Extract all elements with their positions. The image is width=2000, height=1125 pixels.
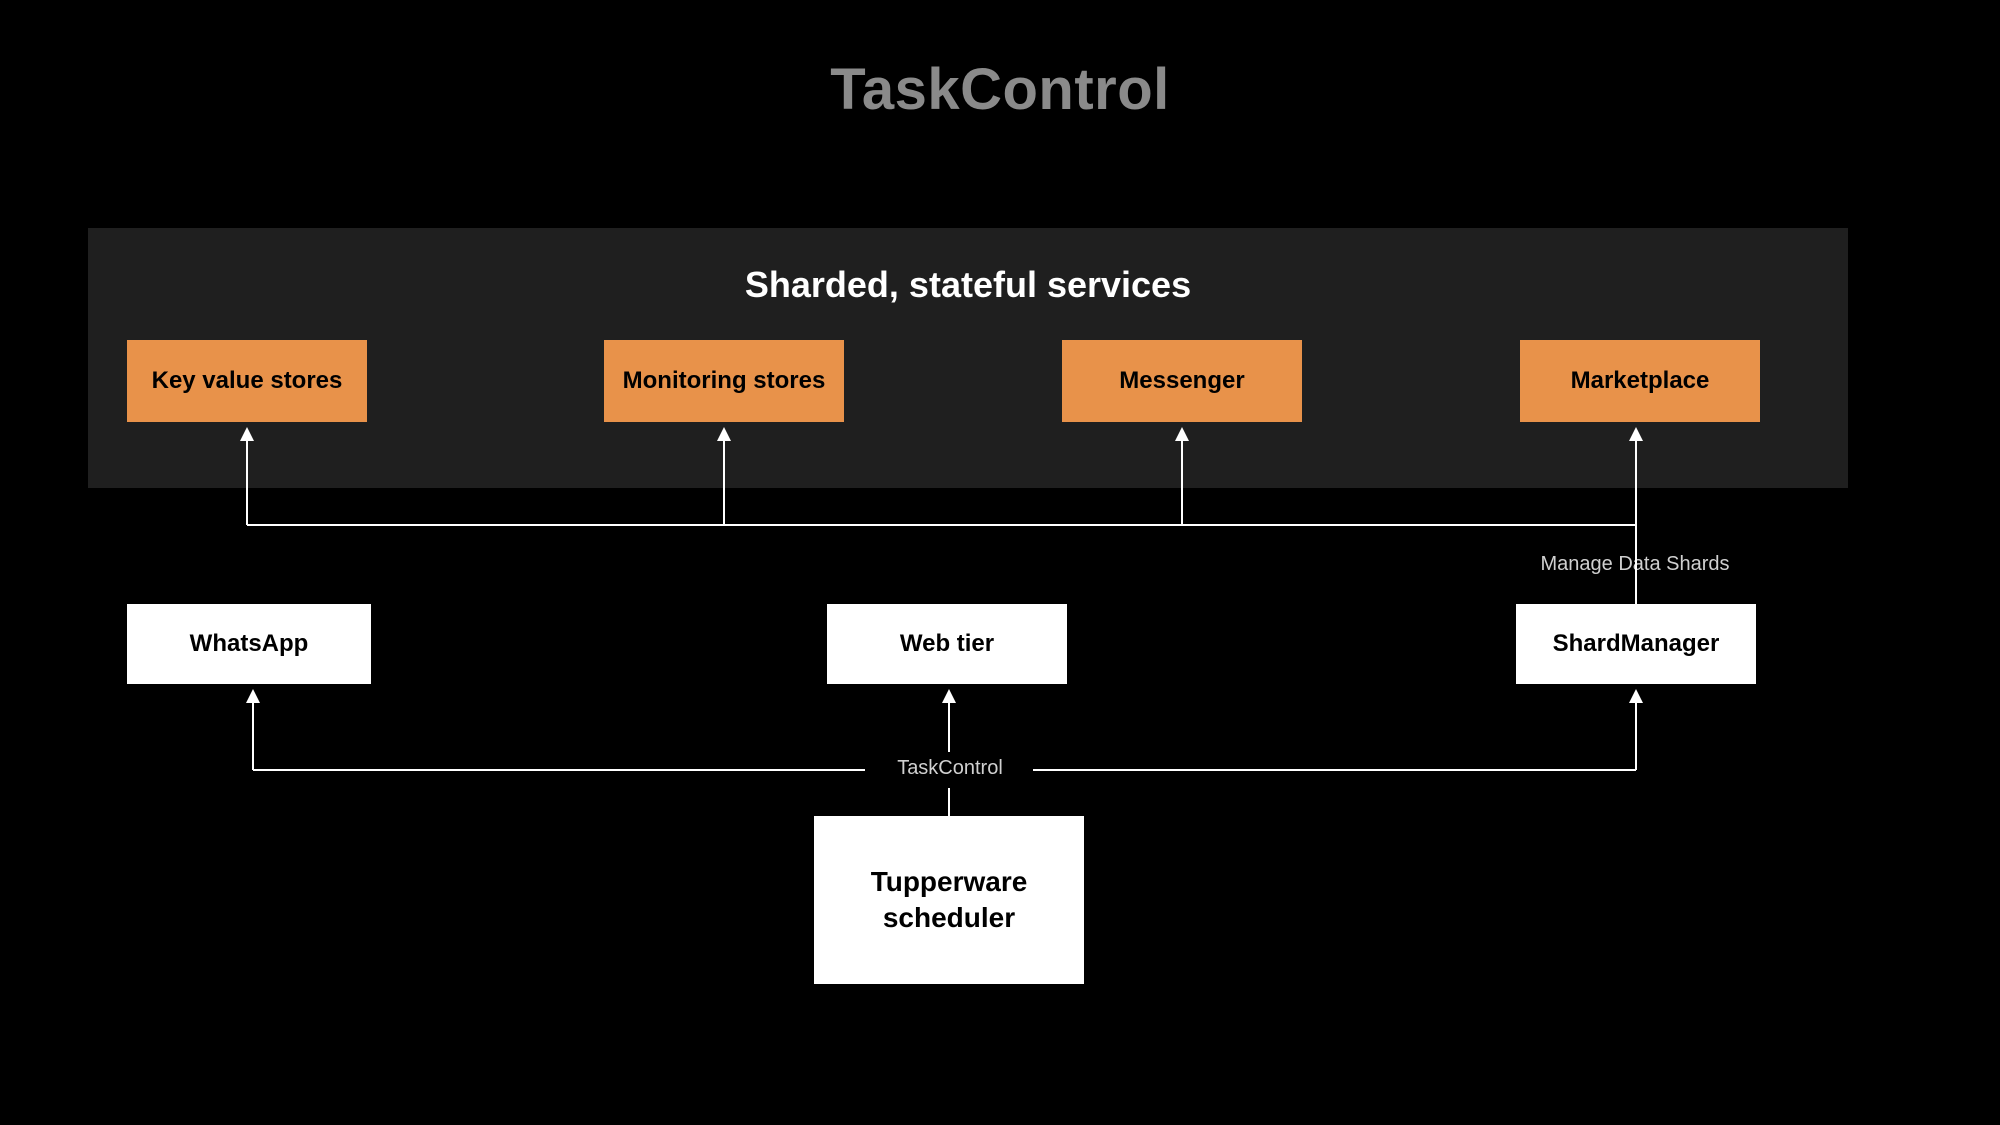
panel-title: Sharded, stateful services xyxy=(88,264,1848,306)
edge-label-manage-data-shards: Manage Data Shards xyxy=(1470,553,1800,576)
node-tupperware-scheduler: Tupperware scheduler xyxy=(814,816,1084,984)
node-shardmanager: ShardManager xyxy=(1516,604,1756,684)
node-whatsapp: WhatsApp xyxy=(127,604,371,684)
diagram-title: TaskControl xyxy=(0,56,2000,123)
edge-label-taskcontrol: TaskControl xyxy=(870,757,1030,780)
service-monitoring-stores: Monitoring stores xyxy=(604,340,844,422)
service-key-value-stores: Key value stores xyxy=(127,340,367,422)
service-marketplace: Marketplace xyxy=(1520,340,1760,422)
service-messenger: Messenger xyxy=(1062,340,1302,422)
node-web-tier: Web tier xyxy=(827,604,1067,684)
